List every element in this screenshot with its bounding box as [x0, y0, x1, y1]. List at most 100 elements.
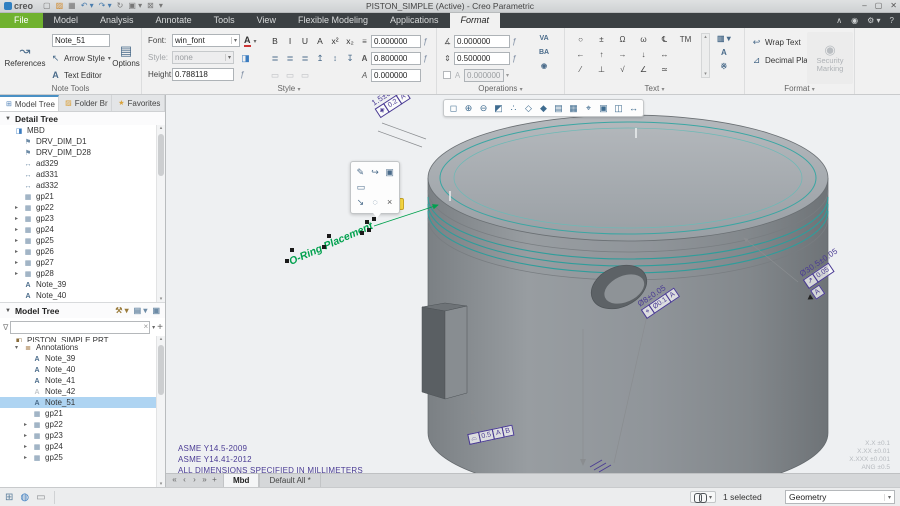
- slant-angle-input[interactable]: [371, 69, 421, 82]
- tree-item[interactable]: ▸ gp26: [0, 246, 156, 257]
- align-left-icon[interactable]: ≣: [268, 51, 282, 65]
- symbol-button[interactable]: ℄: [654, 33, 675, 46]
- tree-item[interactable]: Note_51: [0, 397, 156, 408]
- expand-arrow-icon[interactable]: ▸: [13, 204, 20, 211]
- oring-note-text[interactable]: O-Ring Placement: [287, 220, 375, 268]
- expand-arrow-icon[interactable]: ▸: [13, 259, 20, 266]
- expand-arrow-icon[interactable]: ▸: [13, 215, 20, 222]
- underline-button[interactable]: U: [298, 34, 312, 48]
- expand-arrow-icon[interactable]: ▸: [22, 454, 29, 461]
- tree-item[interactable]: ad331: [0, 169, 156, 180]
- new-file-icon[interactable]: ▢: [43, 0, 51, 12]
- tree-columns-icon[interactable]: ▣: [152, 306, 160, 315]
- tree-item[interactable]: Note_39: [0, 353, 156, 364]
- datum-display-icon[interactable]: ⌖: [582, 101, 595, 115]
- view-state-tab[interactable]: Mbd: [223, 474, 259, 487]
- symbol-button[interactable]: ∠: [633, 63, 654, 76]
- text-style-gallery-icon[interactable]: A: [717, 47, 731, 59]
- expand-arrow-icon[interactable]: ▸: [22, 432, 29, 439]
- tree-item[interactable]: ▸ gp23: [0, 430, 156, 441]
- menu-tab[interactable]: Format: [450, 13, 501, 28]
- tree-item[interactable]: MBD: [0, 125, 156, 136]
- superscript-button[interactable]: x²: [328, 34, 342, 48]
- world-scale-icon[interactable]: ◉: [539, 61, 549, 73]
- justify-left-icon[interactable]: ▭: [268, 68, 282, 82]
- expand-arrow-icon[interactable]: ▸: [13, 270, 20, 277]
- symbol-button[interactable]: [675, 63, 696, 76]
- note-name-input[interactable]: [52, 34, 110, 47]
- annotation-display-icon[interactable]: ▣: [597, 101, 610, 115]
- tree-item[interactable]: ▸ gp24: [0, 224, 156, 235]
- security-marking-button[interactable]: ◉ Security Marking: [807, 32, 853, 84]
- menu-tab[interactable]: Annotate: [145, 13, 203, 28]
- expand-arrow-icon[interactable]: ▸: [22, 421, 29, 428]
- help-icon[interactable]: ?: [890, 16, 894, 25]
- bold-button[interactable]: B: [268, 34, 282, 48]
- selection-filter-select[interactable]: Geometry ▾: [785, 490, 895, 504]
- relation-icon[interactable]: ƒ: [240, 70, 244, 79]
- refit-icon[interactable]: ◩: [492, 101, 505, 115]
- menu-tab[interactable]: File: [0, 13, 43, 28]
- relation-icon[interactable]: ƒ: [423, 37, 427, 46]
- drawing-note[interactable]: ASME Y14.5-2009: [178, 443, 363, 454]
- char-spacing-checkbox[interactable]: [443, 71, 451, 79]
- prev-tab-icon[interactable]: ‹: [180, 474, 189, 486]
- tree-item[interactable]: ▸ gp28: [0, 268, 156, 279]
- style-select[interactable]: none▾: [172, 51, 234, 64]
- menu-tab[interactable]: Applications: [379, 13, 450, 28]
- tree-item[interactable]: ▸ gp22: [0, 202, 156, 213]
- symbol-library-icon[interactable]: ※: [717, 61, 731, 73]
- kerning-toggle-icon[interactable]: VA: [539, 33, 549, 45]
- italic-button[interactable]: I: [283, 34, 297, 48]
- width-factor-input[interactable]: [371, 52, 421, 65]
- tree-item[interactable]: ad332: [0, 180, 156, 191]
- expand-arrow-icon[interactable]: ▸: [13, 237, 20, 244]
- menu-tab[interactable]: Model: [43, 13, 90, 28]
- symbol-scrollbar[interactable]: ▴▾: [701, 33, 710, 78]
- tree-item[interactable]: ▸ gp22: [0, 419, 156, 430]
- model-tree-header[interactable]: ▼ Model Tree ⚒ ▾▤ ▾▣: [0, 302, 165, 318]
- collapse-icon[interactable]: ▼: [5, 116, 11, 122]
- erase-icon[interactable]: ◌: [370, 196, 381, 209]
- relation-icon[interactable]: ƒ: [512, 54, 516, 63]
- add-filter-icon[interactable]: +: [157, 322, 163, 333]
- tree-item[interactable]: ▸ gp27: [0, 257, 156, 268]
- view-normal-icon[interactable]: ◆: [537, 101, 550, 115]
- tree-item[interactable]: ad329: [0, 158, 156, 169]
- model-tree-toggle-icon[interactable]: ⊞: [5, 492, 13, 503]
- flip-leader-icon[interactable]: ↪: [370, 166, 381, 179]
- symbol-button[interactable]: [675, 48, 696, 61]
- menu-tab[interactable]: Analysis: [89, 13, 145, 28]
- arrow-style-button[interactable]: ↖ Arrow Style ▾: [50, 51, 111, 65]
- tree-item[interactable]: ▸ gp23: [0, 213, 156, 224]
- text-color-button[interactable]: A ▾: [244, 34, 257, 48]
- text-angle-input[interactable]: [454, 35, 510, 48]
- clear-filter-icon[interactable]: ×: [143, 322, 148, 331]
- symbol-button[interactable]: ω: [633, 33, 654, 46]
- tree-item[interactable]: DRV_DIM_D28: [0, 147, 156, 158]
- tree-item[interactable]: ▾ Annotations: [0, 342, 156, 353]
- symbol-button[interactable]: ↓: [633, 48, 654, 61]
- close-button[interactable]: ✕: [890, 0, 897, 12]
- tree-display-icon[interactable]: ▤ ▾: [134, 306, 148, 315]
- expand-arrow-icon[interactable]: ▸: [13, 248, 20, 255]
- menu-tab[interactable]: Flexible Modeling: [287, 13, 379, 28]
- web-browser-icon[interactable]: ◍: [20, 492, 29, 503]
- add-leader-icon[interactable]: ↘: [355, 196, 366, 209]
- tree-item[interactable]: Note_41: [0, 375, 156, 386]
- tree-item[interactable]: Note_40: [0, 364, 156, 375]
- saved-orientations-icon[interactable]: ◇: [522, 101, 535, 115]
- symbol-button[interactable]: ←: [570, 48, 591, 61]
- symbol-button[interactable]: ⊥: [591, 63, 612, 76]
- restore-button[interactable]: ▢: [875, 0, 883, 12]
- perspective-icon[interactable]: ▦: [567, 101, 580, 115]
- first-tab-icon[interactable]: «: [170, 474, 179, 486]
- menu-tab[interactable]: View: [246, 13, 287, 28]
- tab-model-tree[interactable]: ⊞ Model Tree: [0, 95, 59, 111]
- tab-favorites[interactable]: ★ Favorites: [112, 95, 165, 111]
- collapse-icon[interactable]: ▼: [5, 308, 11, 314]
- justify-right-icon[interactable]: ▭: [298, 68, 312, 82]
- show-annotations-icon[interactable]: ◫: [612, 101, 625, 115]
- align-bottom-icon[interactable]: ↧: [343, 51, 357, 65]
- baseline-icon[interactable]: BA: [539, 47, 549, 59]
